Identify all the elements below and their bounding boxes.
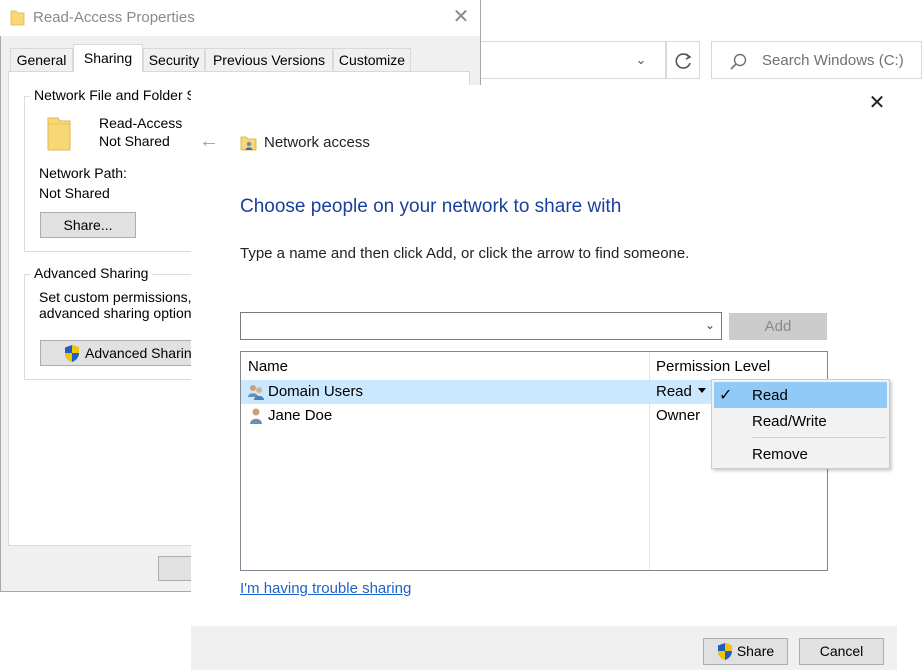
dialog-title: Network access bbox=[264, 134, 370, 151]
network-folder-icon bbox=[240, 136, 257, 151]
refresh-icon bbox=[675, 53, 692, 69]
tab-security[interactable]: Security bbox=[143, 48, 205, 71]
menu-separator bbox=[752, 437, 886, 438]
network-path-label: Network Path: bbox=[39, 165, 127, 181]
advanced-sharing-button-label: Advanced Sharing bbox=[85, 345, 200, 361]
close-icon[interactable]: ✕ bbox=[450, 6, 472, 28]
tab-customize[interactable]: Customize bbox=[333, 48, 411, 71]
user-icon bbox=[250, 408, 262, 424]
network-sharing-group-label: Network File and Folder Sh bbox=[30, 87, 208, 103]
search-icon bbox=[730, 53, 747, 70]
page-heading: Choose people on your network to share w… bbox=[240, 196, 622, 217]
tab-previous-versions[interactable]: Previous Versions bbox=[205, 48, 333, 71]
row-name-domain-users: Domain Users bbox=[268, 383, 364, 400]
network-path-value: Not Shared bbox=[39, 185, 110, 201]
add-button[interactable]: Add bbox=[729, 313, 827, 340]
column-header-permission[interactable]: Permission Level bbox=[656, 358, 770, 375]
dropdown-arrow-icon[interactable] bbox=[697, 387, 707, 395]
menu-item-read-write[interactable]: Read/Write bbox=[752, 413, 827, 430]
tab-sharing[interactable]: Sharing bbox=[73, 44, 143, 72]
advanced-sharing-group-label: Advanced Sharing bbox=[30, 265, 153, 281]
back-arrow-icon[interactable]: ← bbox=[199, 130, 223, 154]
advanced-sharing-description: Set custom permissions, c bbox=[39, 289, 203, 305]
advanced-sharing-button[interactable]: Advanced Sharing bbox=[40, 340, 200, 366]
folder-share-status: Not Shared bbox=[99, 133, 170, 149]
group-users-icon bbox=[248, 385, 264, 400]
chevron-down-icon[interactable]: ⌄ bbox=[702, 318, 718, 334]
trouble-sharing-link[interactable]: I'm having trouble sharing bbox=[240, 580, 411, 597]
row-permission-domain-users[interactable]: Read bbox=[656, 383, 692, 400]
share-button[interactable]: Share... bbox=[40, 212, 136, 238]
row-permission-jane-doe: Owner bbox=[656, 407, 701, 424]
folder-icon bbox=[47, 117, 71, 151]
advanced-sharing-description-line2: advanced sharing options bbox=[39, 305, 199, 321]
row-name-jane-doe: Jane Doe bbox=[268, 407, 333, 424]
close-icon[interactable]: ✕ bbox=[866, 92, 888, 114]
cancel-button[interactable]: Cancel bbox=[799, 638, 884, 665]
footer-edge bbox=[897, 626, 922, 670]
menu-item-remove[interactable]: Remove bbox=[752, 446, 808, 463]
menu-item-highlight bbox=[714, 382, 887, 408]
menu-item-read[interactable]: Read bbox=[752, 387, 788, 404]
folder-icon bbox=[10, 10, 25, 26]
column-header-name[interactable]: Name bbox=[248, 358, 288, 375]
search-placeholder: Search Windows (C:) bbox=[762, 52, 904, 69]
instruction-text: Type a name and then click Add, or click… bbox=[240, 245, 690, 262]
name-combobox[interactable] bbox=[240, 312, 722, 340]
properties-title: Read-Access Properties bbox=[33, 9, 195, 26]
share-confirm-label: Share bbox=[736, 643, 775, 659]
refresh-button[interactable] bbox=[666, 41, 700, 79]
tab-general[interactable]: General bbox=[10, 48, 73, 71]
uac-shield-icon bbox=[65, 345, 79, 362]
uac-shield-icon bbox=[718, 643, 732, 660]
address-dropdown-chevron-icon[interactable]: ⌄ bbox=[632, 52, 650, 70]
checkmark-icon: ✓ bbox=[719, 387, 733, 404]
folder-name: Read-Access bbox=[99, 115, 183, 131]
share-confirm-button[interactable]: Share bbox=[703, 638, 788, 665]
